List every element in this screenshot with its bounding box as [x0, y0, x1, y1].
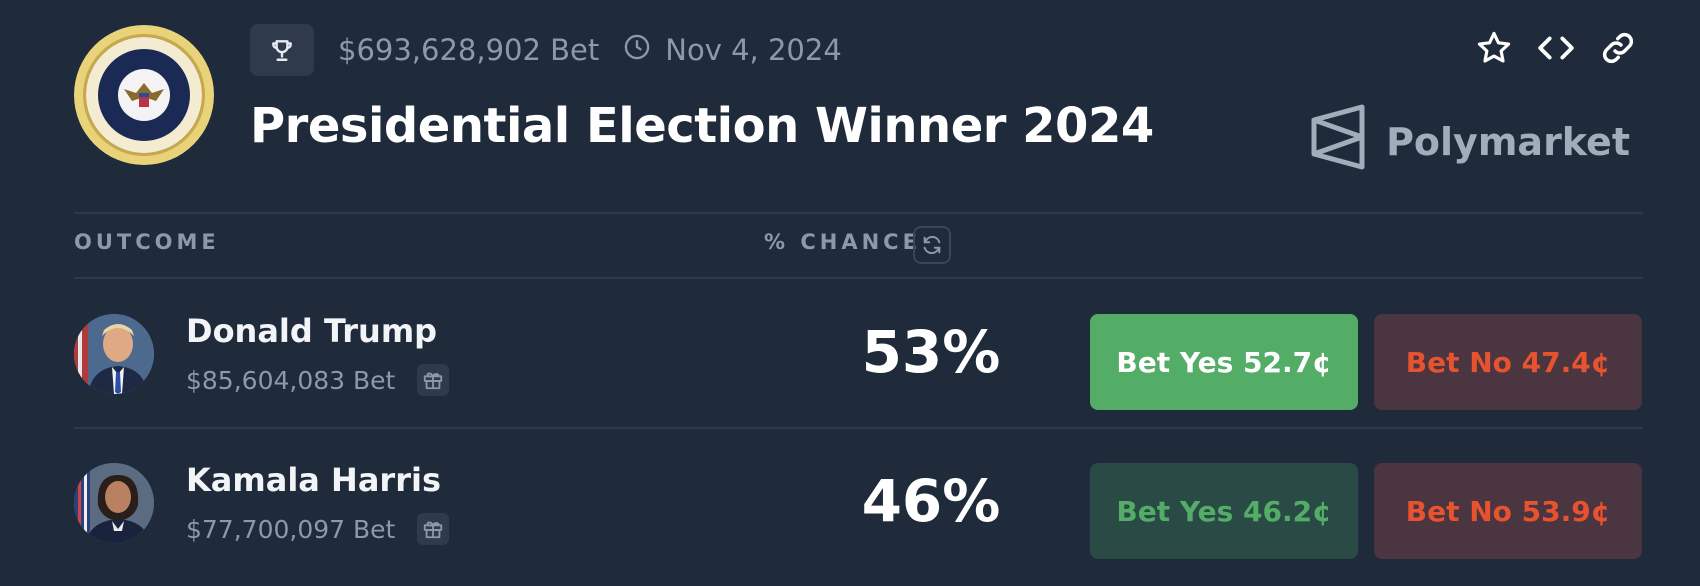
- polymarket-logo-icon: [1310, 104, 1366, 179]
- refresh-button[interactable]: [913, 226, 951, 264]
- clock-icon: [623, 33, 651, 68]
- star-icon[interactable]: [1474, 28, 1514, 68]
- chance-value: 53%: [861, 318, 1001, 386]
- outcome-column-header: OUTCOME: [74, 230, 220, 254]
- bet-yes-button[interactable]: Bet Yes 52.7¢: [1090, 314, 1358, 410]
- avatar: [74, 463, 154, 543]
- market-meta: $693,628,902 Bet Nov 4, 2024: [250, 24, 842, 76]
- candidate-volume-text: $85,604,083 Bet: [186, 365, 396, 395]
- end-date: Nov 4, 2024: [665, 33, 842, 67]
- brand: Polymarket: [1310, 104, 1630, 179]
- candidate-volume-text: $77,700,097 Bet: [186, 514, 396, 544]
- divider: [74, 212, 1643, 214]
- action-icons: [1474, 28, 1638, 68]
- candidate-name: Kamala Harris: [186, 461, 441, 499]
- presidential-seal-icon: [74, 25, 214, 165]
- candidate-name: Donald Trump: [186, 312, 438, 350]
- avatar: [74, 314, 154, 394]
- bet-yes-button[interactable]: Bet Yes 46.2¢: [1090, 463, 1358, 559]
- divider: [74, 277, 1643, 279]
- total-volume: $693,628,902 Bet: [338, 33, 600, 67]
- table-row: Donald Trump $85,604,083 Bet 53% Bet Yes…: [74, 280, 1643, 430]
- brand-name: Polymarket: [1386, 119, 1630, 164]
- gift-icon[interactable]: [417, 364, 450, 396]
- trophy-icon: [250, 24, 314, 76]
- link-icon[interactable]: [1598, 28, 1638, 68]
- candidate-volume: $77,700,097 Bet: [186, 513, 450, 545]
- bet-no-button[interactable]: Bet No 53.9¢: [1374, 463, 1642, 559]
- bet-no-button[interactable]: Bet No 47.4¢: [1374, 314, 1642, 410]
- code-icon[interactable]: [1536, 28, 1576, 68]
- page-title: Presidential Election Winner 2024: [250, 98, 1154, 154]
- table-row: Kamala Harris $77,700,097 Bet 46% Bet Ye…: [74, 429, 1643, 579]
- gift-icon[interactable]: [417, 513, 450, 545]
- candidate-volume: $85,604,083 Bet: [186, 364, 450, 396]
- refresh-icon: [921, 234, 943, 256]
- chance-column-header: % CHANCE: [764, 230, 921, 254]
- chance-value: 46%: [861, 467, 1001, 535]
